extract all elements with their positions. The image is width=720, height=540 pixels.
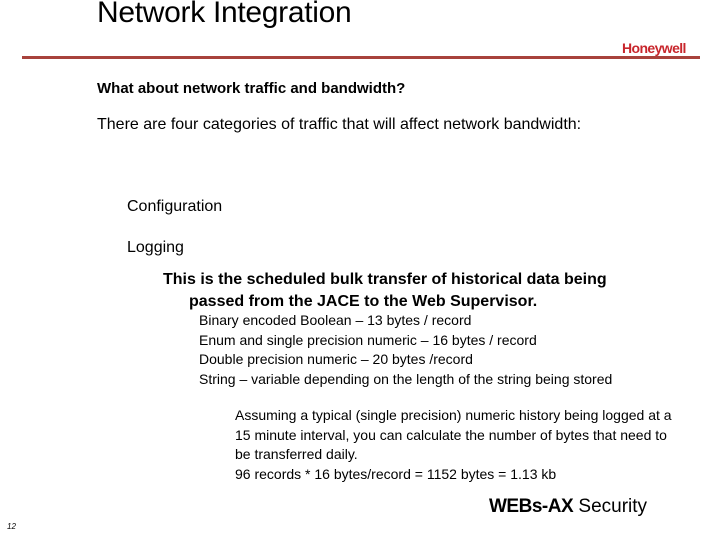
record-size-item: Binary encoded Boolean – 13 bytes / reco…	[199, 312, 472, 328]
category-logging: Logging	[127, 239, 184, 256]
footer-brand-rest: Security	[573, 496, 648, 517]
intro-text: There are four categories of traffic tha…	[97, 116, 582, 133]
logging-description: This is the scheduled bulk transfer of h…	[163, 269, 643, 313]
category-configuration: Configuration	[127, 198, 223, 215]
calculation-result: 96 records * 16 bytes/record = 1152 byte…	[235, 465, 557, 482]
record-size-item: Enum and single precision numeric – 16 b…	[199, 331, 537, 348]
record-size-item: Double precision numeric – 20 bytes /rec…	[199, 351, 473, 367]
logging-description-line2: passed from the JACE to the Web Supervis…	[189, 293, 538, 310]
calculation-explanation: Assuming a typical (single precision) nu…	[235, 407, 672, 462]
record-size-list: Binary encoded Boolean – 13 bytes / reco…	[199, 311, 639, 389]
calculation-block: Assuming a typical (single precision) nu…	[235, 406, 675, 484]
page-number: 12	[7, 522, 16, 531]
footer-brand: WEBs-AX Security	[489, 496, 647, 518]
logging-description-line1: This is the scheduled bulk transfer of h…	[163, 271, 607, 288]
question-heading: What about network traffic and bandwidth…	[97, 80, 406, 97]
record-size-item: String – variable depending on the lengt…	[199, 370, 613, 387]
footer-brand-bold: WEBs-AX	[489, 496, 574, 517]
honeywell-logo: Honeywell	[622, 40, 686, 56]
header-divider	[22, 56, 700, 59]
slide-title: Network Integration	[97, 0, 352, 29]
